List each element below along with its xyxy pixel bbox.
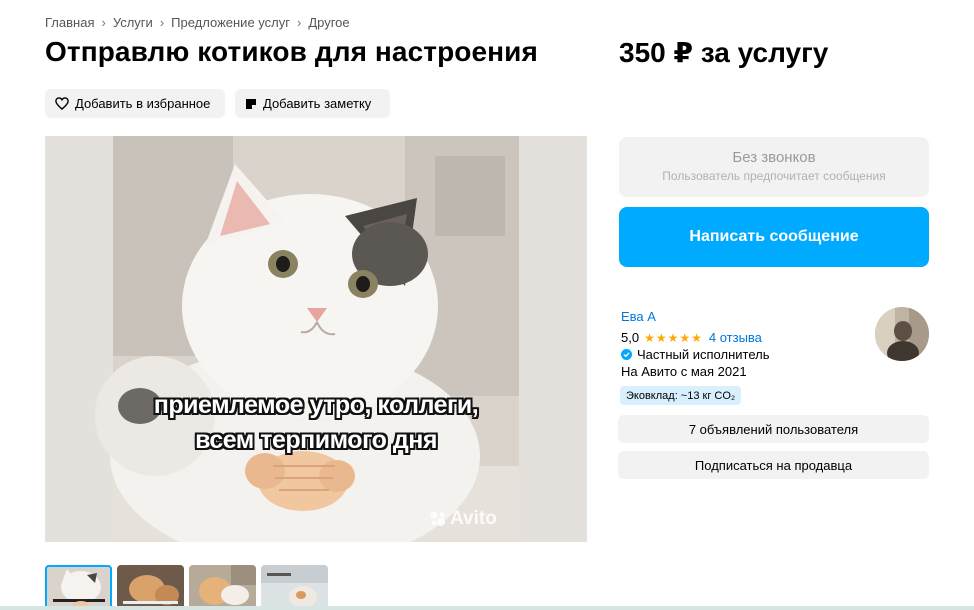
seller-rating: 5,0 ★★★★★ 4 отзыва bbox=[621, 330, 762, 345]
add-to-favorites-label: Добавить в избранное bbox=[75, 96, 211, 111]
seller-type-label: Частный исполнитель bbox=[637, 347, 770, 362]
rating-value: 5,0 bbox=[621, 330, 640, 345]
avatar[interactable] bbox=[875, 307, 929, 361]
breadcrumb: Главная › Услуги › Предложение услуг › Д… bbox=[45, 14, 350, 30]
no-calls-notice: Без звонков Пользователь предпочитает со… bbox=[619, 137, 929, 197]
avito-watermark: Avito bbox=[429, 508, 497, 530]
cat-photo-illustration bbox=[45, 136, 587, 542]
write-message-button[interactable]: Написать сообщение bbox=[619, 207, 929, 267]
eco-contribution-badge[interactable]: Эковклад: ~13 кг CO₂ bbox=[620, 386, 742, 405]
main-photo[interactable]: приемлемое утро, коллеги, всем терпимого… bbox=[45, 136, 587, 542]
thumbnail-image bbox=[261, 565, 328, 610]
subscribe-seller-label: Подписаться на продавца bbox=[694, 457, 853, 473]
breadcrumb-services[interactable]: Услуги bbox=[113, 15, 153, 30]
chevron-right-icon: › bbox=[296, 14, 302, 30]
watermark-text: Avito bbox=[450, 508, 497, 529]
add-note-button[interactable]: Добавить заметку bbox=[235, 89, 390, 118]
thumbnail-2[interactable] bbox=[117, 565, 184, 610]
breadcrumb-other[interactable]: Другое bbox=[308, 15, 349, 30]
subscribe-seller-button[interactable]: Подписаться на продавца bbox=[618, 451, 929, 479]
seller-since: На Авито с мая 2021 bbox=[621, 364, 747, 379]
reviews-link[interactable]: 4 отзыва bbox=[709, 330, 762, 345]
breadcrumb-home[interactable]: Главная bbox=[45, 15, 94, 30]
heart-icon bbox=[55, 97, 69, 110]
thumbnail-image bbox=[189, 565, 256, 610]
chevron-right-icon: › bbox=[101, 14, 106, 30]
chevron-right-icon: › bbox=[159, 14, 165, 30]
seller-type: Частный исполнитель bbox=[621, 347, 769, 362]
price: 350 ₽ за услугу bbox=[619, 37, 829, 68]
photo-caption-line-2: всем терпимого дня bbox=[195, 426, 437, 454]
page-title: Отправлю котиков для настроения bbox=[45, 36, 538, 67]
photo-caption-line-1: приемлемое утро, коллеги, bbox=[153, 391, 479, 419]
no-calls-subtitle: Пользователь предпочитает сообщения bbox=[662, 169, 886, 183]
note-icon bbox=[246, 98, 256, 109]
avatar-image bbox=[875, 307, 929, 361]
user-ads-button[interactable]: 7 объявлений пользователя bbox=[618, 415, 929, 443]
verified-badge-icon bbox=[621, 349, 632, 360]
thumbnail-image bbox=[117, 565, 184, 610]
add-to-favorites-button[interactable]: Добавить в избранное bbox=[45, 89, 225, 118]
thumbnail-3[interactable] bbox=[189, 565, 256, 610]
avito-logo-icon bbox=[430, 511, 445, 526]
write-message-label: Написать сообщение bbox=[689, 228, 859, 245]
thumbnail-image bbox=[45, 565, 112, 610]
user-ads-label: 7 объявлений пользователя bbox=[688, 421, 859, 437]
thumbnail-1[interactable] bbox=[45, 565, 112, 610]
thumbnail-strip bbox=[45, 565, 328, 610]
add-note-label: Добавить заметку bbox=[263, 96, 372, 111]
seller-name-link[interactable]: Ева А bbox=[621, 309, 656, 324]
thumbnail-4[interactable] bbox=[261, 565, 328, 610]
no-calls-title: Без звонков bbox=[732, 149, 816, 166]
page-bottom-divider bbox=[0, 606, 974, 610]
star-rating-icon: ★★★★★ bbox=[644, 330, 703, 345]
breadcrumb-service-offers[interactable]: Предложение услуг bbox=[171, 15, 290, 30]
